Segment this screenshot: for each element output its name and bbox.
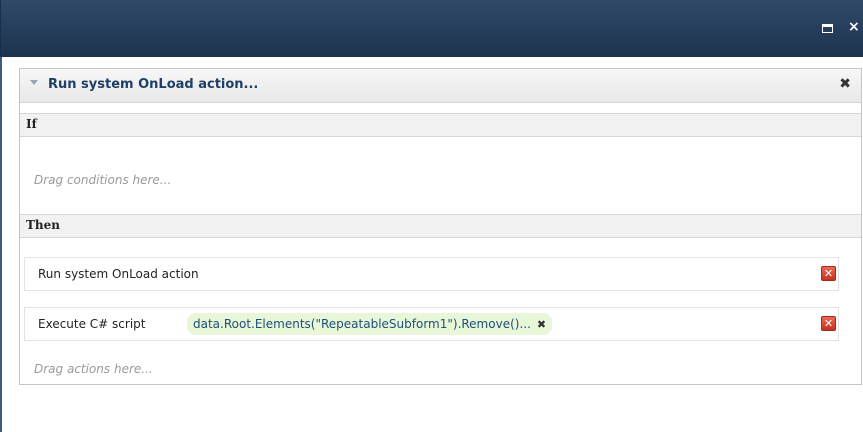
collapse-arrow-icon[interactable] xyxy=(30,80,38,85)
script-argument-chip[interactable]: data.Root.Elements("RepeatableSubform1")… xyxy=(187,313,553,335)
conditions-drop-zone[interactable]: Drag conditions here... xyxy=(34,173,171,187)
rule-header[interactable]: Run system OnLoad action... ✖ xyxy=(20,69,861,103)
action-label: Execute C# script xyxy=(38,317,146,331)
then-section-header: Then xyxy=(20,214,861,238)
delete-action-icon[interactable]: ✕ xyxy=(821,266,836,281)
action-row[interactable]: Execute C# script data.Root.Elements("Re… xyxy=(24,307,839,341)
rule-title[interactable]: Run system OnLoad action... xyxy=(48,77,258,92)
action-label: Run system OnLoad action xyxy=(38,267,199,281)
script-argument-text[interactable]: data.Root.Elements("RepeatableSubform1")… xyxy=(193,317,531,331)
actions-drop-zone[interactable]: Drag actions here... xyxy=(34,362,153,376)
delete-action-icon[interactable]: ✕ xyxy=(821,316,836,331)
if-section-header: If xyxy=(20,113,861,137)
window-titlebar: × xyxy=(0,0,863,57)
maximize-icon[interactable] xyxy=(822,24,833,33)
remove-argument-icon[interactable]: ✖ xyxy=(537,318,546,331)
rule-close-icon[interactable]: ✖ xyxy=(839,76,851,92)
close-icon[interactable]: × xyxy=(848,19,860,35)
rule-panel: Run system OnLoad action... ✖ If Drag co… xyxy=(19,68,862,385)
if-label: If xyxy=(26,117,37,131)
action-row[interactable]: Run system OnLoad action ✕ xyxy=(24,257,839,291)
window-left-border xyxy=(0,57,2,432)
then-label: Then xyxy=(26,218,61,232)
